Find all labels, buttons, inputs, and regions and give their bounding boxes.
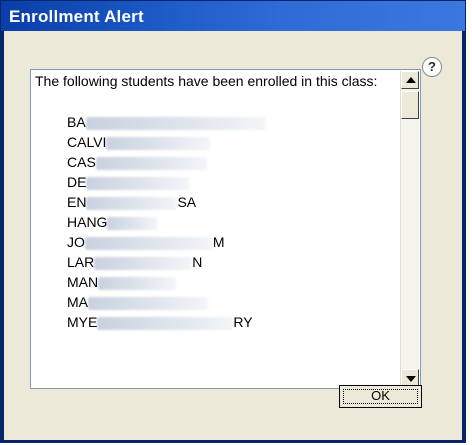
scroll-up-button[interactable] (401, 71, 419, 89)
student-name-visible: LAR (67, 254, 95, 270)
redacted-name (98, 276, 177, 290)
list-item[interactable]: BA (35, 112, 397, 132)
scroll-up-arrow-icon (406, 77, 416, 83)
help-question-icon[interactable]: ? (422, 57, 442, 77)
student-name-visible: EN (67, 194, 87, 210)
list-item[interactable]: MYE RY (35, 312, 397, 332)
redacted-name (106, 136, 211, 150)
enrollment-alert-window: Enrollment Alert ? The following student… (0, 0, 466, 443)
ok-button-label: OK (371, 388, 390, 403)
dialog-body: ? The following students have been enrol… (4, 31, 462, 440)
student-name-trail: N (192, 254, 203, 270)
vertical-scrollbar[interactable] (400, 71, 419, 387)
student-name-trail: SA (177, 194, 197, 210)
list-item[interactable]: MA (35, 292, 397, 312)
redacted-name (97, 316, 234, 330)
list-item[interactable]: JO M (35, 232, 397, 252)
enrolled-students-listbox[interactable]: The following students have been enrolle… (30, 69, 421, 389)
student-name-visible: JO (67, 234, 85, 250)
listbox-content: The following students have been enrolle… (35, 73, 397, 332)
redacted-name (88, 296, 208, 310)
list-item[interactable]: DE (35, 172, 397, 192)
redacted-name (94, 256, 193, 270)
list-item[interactable]: MAN (35, 272, 397, 292)
redacted-name (107, 216, 158, 230)
title-bar[interactable]: Enrollment Alert (1, 1, 465, 31)
redacted-name (86, 176, 190, 190)
redacted-name (84, 236, 213, 250)
redacted-name (85, 116, 266, 130)
list-item[interactable]: CAS (35, 152, 397, 172)
scroll-down-arrow-icon (406, 376, 416, 382)
student-name-trail: RY (233, 314, 253, 330)
list-item[interactable]: HANG (35, 212, 397, 232)
student-name-visible: CAS (67, 154, 96, 170)
student-name-visible: MA (67, 294, 88, 310)
student-name-visible: CALVI (67, 134, 107, 150)
window-title: Enrollment Alert (9, 7, 144, 26)
student-name-visible: MAN (67, 274, 99, 290)
list-item[interactable]: CALVI (35, 132, 397, 152)
redacted-name (86, 196, 178, 210)
list-item[interactable]: LAR N (35, 252, 397, 272)
student-name-visible: DE (67, 174, 87, 190)
intro-text: The following students have been enrolle… (35, 73, 378, 89)
student-name-visible: MYE (67, 314, 98, 330)
ok-button[interactable]: OK (339, 385, 422, 408)
scroll-thumb[interactable] (401, 91, 419, 119)
student-name-trail: M (212, 234, 225, 250)
redacted-name (95, 156, 207, 170)
list-item[interactable]: EN SA (35, 192, 397, 212)
student-name-visible: BA (67, 114, 86, 130)
student-name-visible: HANG (67, 214, 108, 230)
